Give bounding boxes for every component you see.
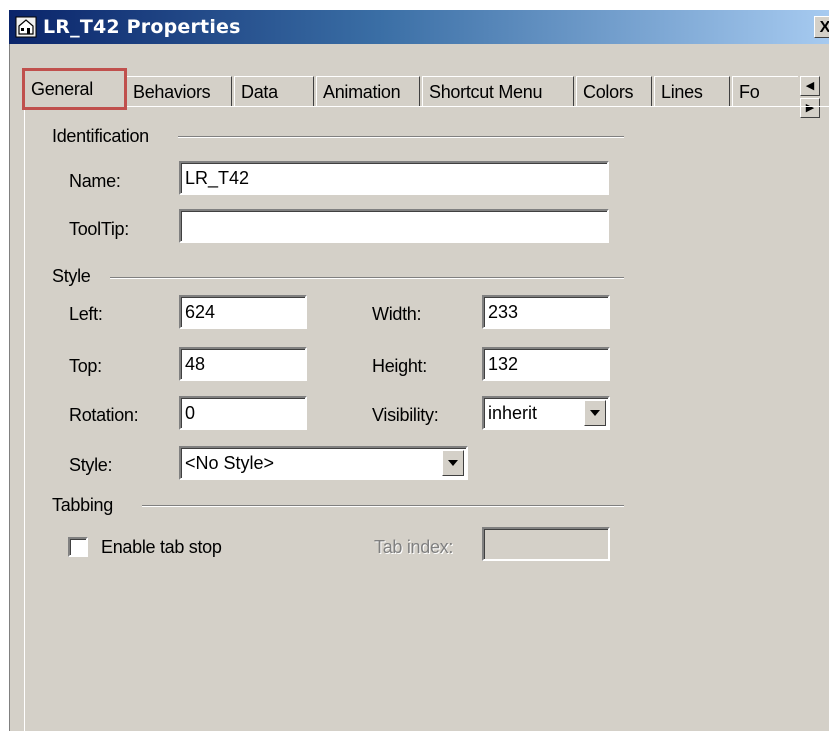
visibility-dropdown-icon[interactable] — [584, 400, 606, 426]
tooltip-input[interactable] — [179, 209, 609, 243]
tab-scroll-left-icon[interactable]: ◀ — [800, 76, 820, 96]
visibility-value: inherit — [488, 403, 538, 423]
tab-lines[interactable]: Lines — [654, 76, 730, 106]
tabbing-divider — [142, 505, 624, 507]
rotation-label: Rotation: — [69, 405, 139, 425]
top-label: Top: — [69, 356, 102, 376]
close-button[interactable]: X — [814, 16, 829, 38]
style-group-label: Style — [52, 266, 91, 286]
tab-general[interactable]: General — [22, 68, 127, 110]
name-label: Name: — [69, 171, 121, 191]
visibility-select[interactable]: inherit — [482, 396, 610, 430]
width-input[interactable]: 233 — [482, 295, 610, 329]
tab-index-label: Tab index: — [374, 537, 454, 557]
window-frame — [0, 0, 9, 731]
visibility-label: Visibility: — [372, 405, 439, 425]
properties-icon — [15, 16, 37, 38]
tab-data[interactable]: Data — [234, 76, 314, 106]
tab-colors[interactable]: Colors — [576, 76, 652, 106]
tab-index-input[interactable] — [482, 527, 610, 561]
tab-strip: General Behaviors Data Animation Shortcu… — [22, 68, 829, 118]
rotation-input[interactable]: 0 — [179, 396, 307, 430]
enable-tab-stop-label[interactable]: Enable tab stop — [101, 537, 222, 558]
tab-behaviors[interactable]: Behaviors — [126, 76, 232, 106]
style-select[interactable]: <No Style> — [179, 446, 468, 480]
height-label: Height: — [372, 356, 427, 376]
tab-animation[interactable]: Animation — [316, 76, 420, 106]
style-label: Style: — [69, 455, 113, 475]
window-title: LR_T42 Properties — [43, 16, 241, 38]
tab-shortcut-menu[interactable]: Shortcut Menu — [422, 76, 574, 106]
height-input[interactable]: 132 — [482, 347, 610, 381]
top-input[interactable]: 48 — [179, 347, 307, 381]
tabbing-group-label: Tabbing — [52, 495, 113, 515]
width-label: Width: — [372, 304, 422, 324]
tooltip-label: ToolTip: — [69, 219, 129, 239]
style-value: <No Style> — [185, 453, 275, 473]
tab-fonts[interactable]: Fo — [732, 76, 798, 106]
left-input[interactable]: 624 — [179, 295, 307, 329]
style-dropdown-icon[interactable] — [442, 450, 464, 476]
properties-dialog: General Behaviors Data Animation Shortcu… — [9, 44, 829, 732]
identification-group-label: Identification — [52, 126, 149, 146]
general-tab-panel: Identification Name: LR_T42 ToolTip: Sty… — [24, 106, 829, 732]
enable-tab-stop-checkbox[interactable] — [68, 537, 88, 557]
title-bar[interactable]: LR_T42 Properties X — [9, 10, 829, 44]
left-label: Left: — [69, 304, 103, 324]
identification-divider — [178, 136, 624, 138]
name-input[interactable]: LR_T42 — [179, 161, 609, 195]
style-divider — [110, 277, 624, 279]
